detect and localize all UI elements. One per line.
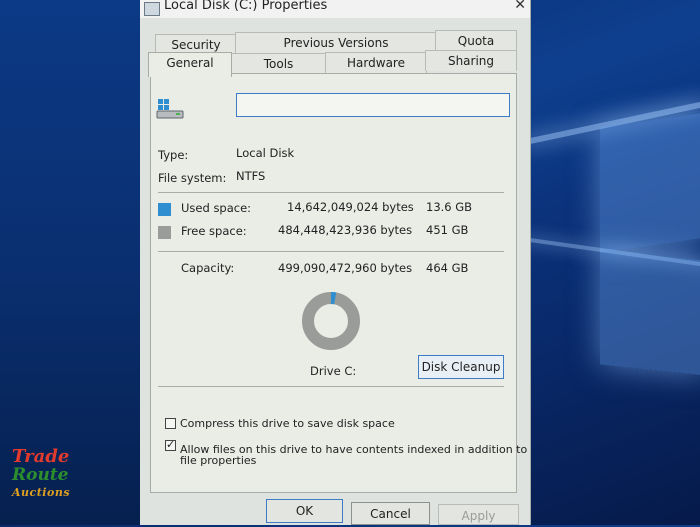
- allow-indexing-label-line2: file properties: [180, 454, 257, 467]
- apply-button[interactable]: Apply: [438, 504, 519, 525]
- used-space-bytes: 14,642,049,024 bytes: [287, 200, 414, 214]
- tab-tools[interactable]: Tools: [230, 53, 327, 74]
- type-label: Type:: [158, 148, 189, 162]
- type-value: Local Disk: [236, 146, 295, 160]
- used-space-label: Used space:: [181, 201, 252, 215]
- capacity-bytes: 499,090,472,960 bytes: [278, 261, 413, 275]
- watermark-logo: Trade Route Auctions: [12, 448, 84, 502]
- watermark-line-2: Route: [12, 465, 69, 485]
- free-space-label: Free space:: [181, 224, 247, 238]
- tab-general[interactable]: General: [148, 52, 232, 77]
- compress-drive-label: Compress this drive to save disk space: [180, 417, 395, 430]
- disk-cleanup-button[interactable]: Disk Cleanup: [418, 355, 504, 379]
- tab-hardware[interactable]: Hardware: [325, 52, 427, 73]
- tab-quota[interactable]: Quota: [435, 30, 517, 51]
- watermark-line-3: Auctions: [12, 486, 71, 499]
- file-system-label: File system:: [158, 171, 227, 185]
- disk-usage-donut-chart: [302, 292, 360, 350]
- windows-logo-pane-top: [600, 112, 700, 253]
- free-space-ring: [302, 292, 360, 350]
- watermark-line-1: Trade: [12, 446, 70, 467]
- window-title: Local Disk (C:) Properties: [164, 0, 328, 13]
- separator: [158, 251, 504, 252]
- compress-drive-checkbox[interactable]: [165, 418, 176, 429]
- title-bar[interactable]: Local Disk (C:) Properties ✕: [140, 0, 530, 18]
- drive-label: Drive C:: [310, 364, 357, 378]
- capacity-size: 464 GB: [426, 261, 469, 275]
- file-system-value: NTFS: [236, 169, 266, 183]
- volume-name-input[interactable]: [236, 93, 510, 117]
- close-icon[interactable]: ✕: [514, 0, 526, 13]
- free-space-bytes: 484,448,423,936 bytes: [278, 223, 413, 237]
- hard-drive-icon: [156, 99, 184, 119]
- general-tab-panel: [150, 73, 517, 493]
- drive-icon: [144, 2, 160, 16]
- cancel-button[interactable]: Cancel: [351, 502, 430, 525]
- separator: [158, 386, 504, 387]
- used-space-size: 13.6 GB: [426, 200, 473, 214]
- allow-indexing-checkbox[interactable]: [165, 438, 176, 451]
- free-space-swatch: [158, 226, 171, 239]
- tab-previous-versions[interactable]: Previous Versions: [235, 32, 437, 53]
- windows-logo-pane-bottom: [600, 249, 700, 376]
- ok-button[interactable]: OK: [266, 499, 343, 523]
- tab-sharing[interactable]: Sharing: [425, 50, 517, 71]
- separator: [158, 192, 504, 193]
- used-space-swatch: [158, 203, 171, 216]
- free-space-size: 451 GB: [426, 223, 469, 237]
- capacity-label: Capacity:: [181, 261, 235, 275]
